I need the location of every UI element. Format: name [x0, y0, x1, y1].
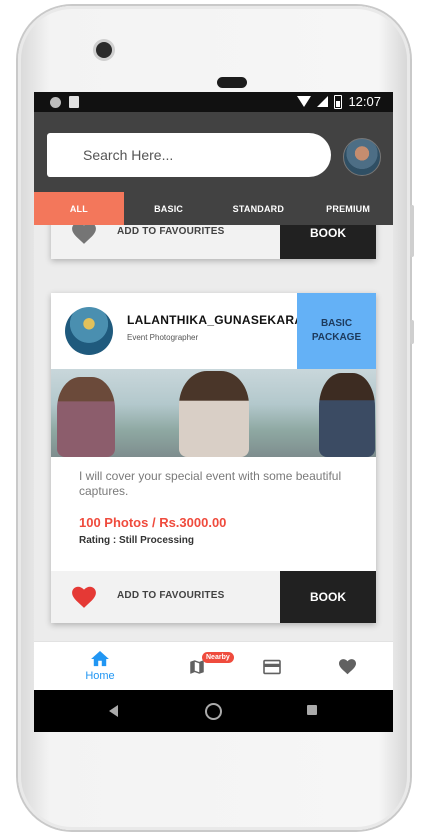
home-icon [91, 651, 109, 667]
notification-icon [50, 96, 61, 108]
app-header [34, 112, 393, 192]
signal-icon [317, 96, 329, 107]
tab-premium[interactable]: PREMIUM [303, 192, 393, 225]
book-button[interactable]: BOOK [280, 571, 376, 623]
card-actions: ADD TO FAVOURITES BOOK [51, 225, 376, 259]
nav-home-label: Home [85, 670, 115, 682]
user-avatar[interactable] [343, 138, 381, 176]
home-circle-icon[interactable] [205, 703, 222, 720]
book-button[interactable]: BOOK [280, 225, 376, 259]
volume-button [410, 320, 414, 344]
card-icon [263, 659, 281, 674]
service-card: ADD TO FAVOURITES BOOK [51, 225, 376, 259]
photo-figure [57, 377, 115, 457]
app-screen: 12:07 ALL BASIC STANDARD PREMIUM ADD TO … [34, 92, 393, 732]
clock: 12:07 [348, 94, 381, 109]
package-badge: BASIC PACKAGE [297, 293, 376, 369]
status-bar: 12:07 [34, 92, 393, 112]
photographer-role: Event Photographer [127, 333, 199, 342]
bottom-navigation: Home Nearby [34, 641, 393, 691]
battery-icon [334, 94, 343, 109]
wifi-icon [297, 96, 312, 107]
service-card: LALANTHIKA_GUNASEKARA Event Photographer… [51, 293, 376, 623]
tab-standard[interactable]: STANDARD [214, 192, 304, 225]
rating-text: Rating : Still Processing [79, 535, 195, 546]
add-to-favourites-label[interactable]: ADD TO FAVOURITES [117, 226, 224, 237]
heart-icon [338, 659, 356, 675]
tab-basic[interactable]: BASIC [124, 192, 214, 225]
photo-figure [319, 373, 375, 457]
front-camera [96, 42, 112, 58]
cover-photo [51, 369, 376, 457]
recents-icon[interactable] [307, 705, 317, 715]
back-icon[interactable] [109, 705, 118, 717]
system-navigation-bar [34, 690, 393, 732]
search-input[interactable] [81, 146, 285, 164]
tab-all[interactable]: ALL [34, 192, 124, 225]
heart-icon[interactable] [71, 585, 97, 609]
package-name: BASIC [320, 318, 353, 329]
package-label: PACKAGE [311, 332, 362, 343]
service-description: I will cover your special event with som… [79, 469, 342, 498]
earpiece-speaker [217, 77, 247, 88]
heart-icon[interactable] [71, 225, 97, 245]
photo-figure [179, 371, 249, 457]
package-price: 100 Photos / Rs.3000.00 [79, 515, 227, 530]
add-to-favourites-label[interactable]: ADD TO FAVOURITES [117, 590, 224, 601]
card-feed[interactable]: ADD TO FAVOURITES BOOK LALANTHIKA_GUNASE… [34, 225, 393, 641]
sd-card-icon [69, 96, 79, 108]
search-bar[interactable] [47, 133, 331, 177]
power-button [410, 205, 414, 257]
photographer-avatar [65, 307, 113, 355]
nav-home[interactable]: Home [55, 642, 145, 691]
photographer-name: LALANTHIKA_GUNASEKARA [127, 313, 304, 327]
card-actions: ADD TO FAVOURITES BOOK [51, 571, 376, 623]
nav-favourites[interactable] [302, 642, 392, 691]
package-tabs: ALL BASIC STANDARD PREMIUM [34, 192, 393, 225]
